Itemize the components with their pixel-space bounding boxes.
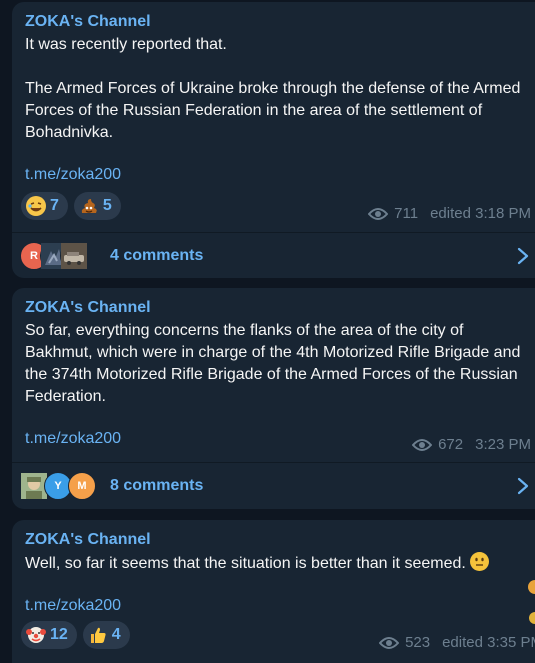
comments-bar[interactable]: R 4 comments <box>12 232 535 279</box>
views-count: 523 <box>405 634 431 651</box>
channel-name[interactable]: ZOKA's Channel <box>25 530 523 550</box>
chevron-right-icon <box>517 247 529 270</box>
reaction-thumbs-up[interactable]: 4 <box>82 621 130 649</box>
reaction-clown[interactable]: 12 <box>21 621 77 649</box>
channel-name[interactable]: ZOKA's Channel <box>25 298 523 318</box>
views-icon <box>412 438 433 452</box>
views-count: 711 <box>394 205 419 222</box>
reaction-count: 4 <box>111 626 121 643</box>
views-icon <box>379 636 400 650</box>
channel-link[interactable]: t.me/zoka200 <box>25 428 121 450</box>
comments-label: 4 comments <box>110 247 204 264</box>
floating-reaction-icon[interactable] <box>529 612 535 624</box>
reaction-count: 12 <box>50 626 68 643</box>
message-text: So far, everything concerns the flanks o… <box>25 322 521 405</box>
avatar: M <box>68 472 96 500</box>
clown-face-icon <box>26 625 46 645</box>
pile-of-poo-icon <box>79 196 99 216</box>
commenter-avatars: Y M <box>20 472 104 500</box>
reaction-poo[interactable]: 5 <box>73 192 121 220</box>
views-icon <box>368 207 389 221</box>
message-text: It was recently reported that. The Armed… <box>25 36 521 141</box>
floating-reaction-icon[interactable] <box>528 580 535 594</box>
message-time: edited 3:18 PM <box>430 205 531 222</box>
views-count: 672 <box>438 436 464 453</box>
message-meta: 672 3:23 PM <box>412 436 531 453</box>
message-bubble: ZOKA's Channel It was recently reported … <box>12 2 535 278</box>
message-bubble: ZOKA's Channel So far, everything concer… <box>12 288 535 509</box>
message-meta: 711 edited 3:18 PM <box>368 205 531 222</box>
chevron-right-icon <box>517 477 529 500</box>
message-text: Well, so far it seems that the situation… <box>25 552 523 575</box>
channel-feed: ZOKA's Channel It was recently reported … <box>0 0 535 663</box>
comments-label: 8 comments <box>110 477 204 494</box>
reaction-count: 7 <box>50 197 59 214</box>
thumbs-up-icon <box>88 625 108 645</box>
message-meta: 523 edited 3:35 PM <box>379 634 535 651</box>
channel-link[interactable]: t.me/zoka200 <box>25 595 121 617</box>
channel-name[interactable]: ZOKA's Channel <box>25 12 523 32</box>
message-time: 3:23 PM <box>475 436 531 453</box>
rolling-laugh-icon <box>26 196 46 216</box>
reactions-row: 7 5 <box>21 192 121 220</box>
message-bubble: ZOKA's Channel Well, so far it seems tha… <box>12 520 535 663</box>
comments-bar[interactable]: Y M 8 comments <box>12 462 535 509</box>
channel-link[interactable]: t.me/zoka200 <box>25 164 121 186</box>
message-time: edited 3:35 PM <box>442 634 535 651</box>
reaction-count: 5 <box>102 197 112 214</box>
commenter-avatars: R <box>20 242 104 270</box>
reaction-laugh[interactable]: 7 <box>21 192 68 220</box>
message-text-content: Well, so far it seems that the situation… <box>25 555 466 572</box>
neutral-face-icon <box>469 552 489 571</box>
avatar <box>60 242 88 270</box>
reactions-row: 12 4 <box>21 621 130 649</box>
